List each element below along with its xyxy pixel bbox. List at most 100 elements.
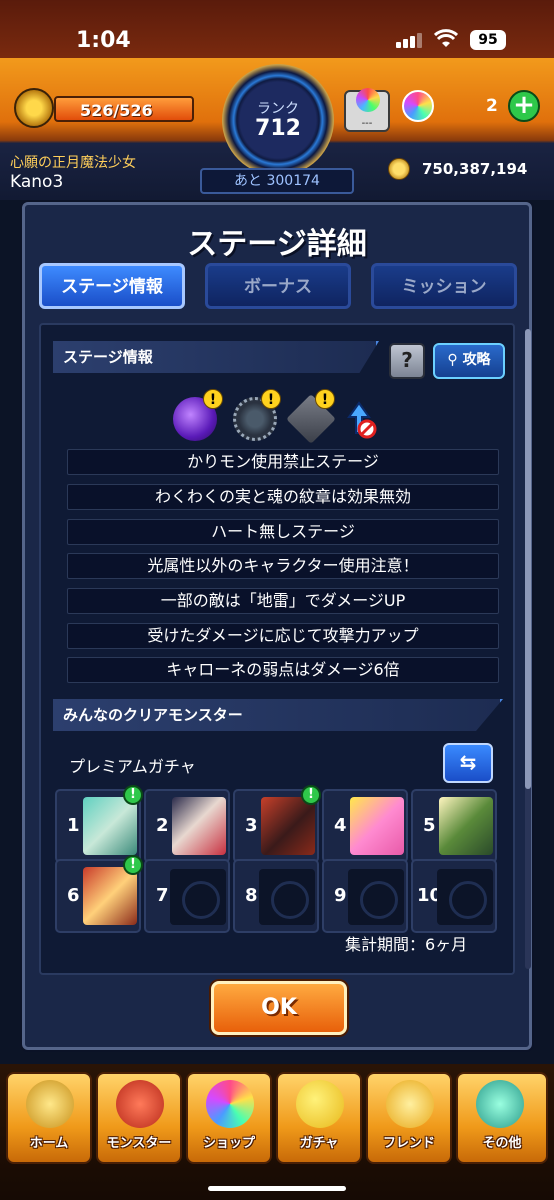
monster-portrait (439, 797, 493, 855)
aggregation-period: 集計期間：6ヶ月 (345, 935, 468, 954)
stage-info-header: ステージ情報 (53, 341, 379, 373)
empty-slot-icon (437, 869, 493, 925)
magnifier-icon: ⚲ (447, 352, 458, 368)
nav-friend[interactable]: フレンド (366, 1072, 452, 1164)
nav-label: ガチャ (299, 1136, 339, 1151)
shop-orb-icon (206, 1080, 254, 1128)
tab-bonus[interactable]: ボーナス (205, 263, 351, 309)
battery-icon: 95 (470, 30, 506, 50)
buy-orb-button[interactable]: + (508, 90, 540, 122)
rank-value: 712 (255, 116, 301, 141)
clear-monsters-header: みんなのクリアモンスター (53, 699, 503, 731)
player-title: 心願の正月魔法少女 (10, 155, 136, 171)
no-speed-up-icon[interactable] (347, 397, 377, 441)
rule-item: かりモン使用禁止ステージ (67, 449, 499, 475)
orb-stack-icon[interactable]: --- (344, 88, 390, 132)
monster-portrait (83, 867, 137, 925)
slot-number: 4 (334, 815, 347, 836)
nav-label: フレンド (382, 1136, 435, 1151)
swap-button[interactable]: ⇆ (443, 743, 493, 783)
monster-slot[interactable]: 3 ! (233, 785, 321, 863)
attack-guide-label: 攻略 (462, 352, 491, 368)
scroll-thumb[interactable] (525, 329, 531, 789)
tab-mission[interactable]: ミッション (371, 263, 517, 309)
ok-button[interactable]: OK (211, 981, 347, 1035)
premium-gacha-label: プレミアムガチャ (69, 757, 196, 776)
signal-icon (396, 32, 424, 48)
monster-slot[interactable]: 5 (411, 789, 497, 863)
monster-slot[interactable]: 10 (411, 859, 497, 933)
home-icon (26, 1080, 74, 1128)
nav-other[interactable]: その他 (456, 1072, 548, 1164)
nav-label: その他 (482, 1136, 522, 1151)
rank-label: ランク (257, 101, 299, 117)
nav-label: ホーム (29, 1136, 69, 1151)
slot-number: 1 (67, 815, 80, 836)
tab-stage-info[interactable]: ステージ情報 (39, 263, 185, 309)
rule-item: 受けたダメージに応じて攻撃力アップ (67, 623, 499, 649)
dialog-title: ステージ詳細 (187, 227, 367, 262)
stamina-value: 526/526 (80, 101, 153, 120)
coin-value: 750,387,194 (422, 160, 528, 178)
orb-count: 2 (486, 96, 498, 116)
help-button[interactable]: ? (389, 343, 425, 379)
rule-item: キャローネの弱点はダメージ6倍 (67, 657, 499, 683)
monster-slot[interactable]: 8 (233, 859, 319, 933)
empty-slot-icon (259, 869, 315, 925)
monster-slot[interactable]: 1 ! (55, 785, 143, 863)
home-indicator[interactable] (208, 1186, 346, 1191)
orb-stack-label: --- (361, 118, 373, 129)
bottom-nav: ホーム モンスター ショップ ガチャ フレンド その他 (0, 1064, 554, 1200)
empty-slot-icon (170, 869, 226, 925)
rule-item: 光属性以外のキャラクター使用注意！ (67, 553, 499, 579)
exp-to-next: あと 300174 (200, 168, 354, 194)
slot-number: 9 (334, 885, 347, 906)
monster-portrait (261, 797, 315, 855)
rule-item: 一部の敵は「地雷」でダメージUP (67, 588, 499, 614)
stamina-icon (14, 88, 54, 128)
nav-shop[interactable]: ショップ (186, 1072, 272, 1164)
player-name: Kano3 (10, 172, 64, 192)
coin-icon (388, 158, 410, 180)
monster-slot[interactable]: 6 ! (55, 855, 143, 933)
warning-icon: ! (261, 389, 281, 409)
slot-number: 7 (156, 885, 169, 906)
monster-icon (116, 1080, 164, 1128)
slot-number: 5 (423, 815, 436, 836)
empty-slot-icon (348, 869, 404, 925)
alert-icon: ! (123, 785, 143, 805)
nav-gacha[interactable]: ガチャ (276, 1072, 362, 1164)
wifi-icon (434, 29, 458, 47)
attack-guide-button[interactable]: ⚲ 攻略 (433, 343, 505, 379)
nav-monster[interactable]: モンスター (96, 1072, 182, 1164)
monster-slot[interactable]: 4 (322, 789, 408, 863)
stage-detail-dialog: ステージ詳細 ステージ情報 ボーナス ミッション ステージ情報 ? ⚲ 攻略 !… (22, 202, 532, 1050)
scrollbar[interactable] (525, 329, 531, 969)
alert-icon: ! (301, 785, 321, 805)
nav-label: ショップ (202, 1136, 255, 1151)
monster-portrait (350, 797, 404, 855)
friend-balloon-icon (386, 1080, 434, 1128)
monster-portrait (172, 797, 226, 855)
warning-icon: ! (203, 389, 223, 409)
orb-icon (402, 90, 434, 122)
slot-number: 3 (245, 815, 258, 836)
monster-portrait (83, 797, 137, 855)
slot-number: 8 (245, 885, 258, 906)
nav-home[interactable]: ホーム (6, 1072, 92, 1164)
rule-item: ハート無しステージ (67, 519, 499, 545)
gacha-egg-icon (296, 1080, 344, 1128)
slot-number: 6 (67, 885, 80, 906)
status-bar: 1:04 95 (0, 0, 554, 58)
rule-item: わくわくの実と魂の紋章は効果無効 (67, 484, 499, 510)
status-time: 1:04 (76, 28, 131, 53)
warning-icon: ! (315, 389, 335, 409)
other-icon (476, 1080, 524, 1128)
nav-label: モンスター (106, 1136, 172, 1151)
monster-slot[interactable]: 7 (144, 859, 230, 933)
slot-number: 2 (156, 815, 169, 836)
monster-slot[interactable]: 2 (144, 789, 230, 863)
alert-icon: ! (123, 855, 143, 875)
rank-badge[interactable]: ランク 712 (222, 64, 334, 176)
monster-slot[interactable]: 9 (322, 859, 408, 933)
